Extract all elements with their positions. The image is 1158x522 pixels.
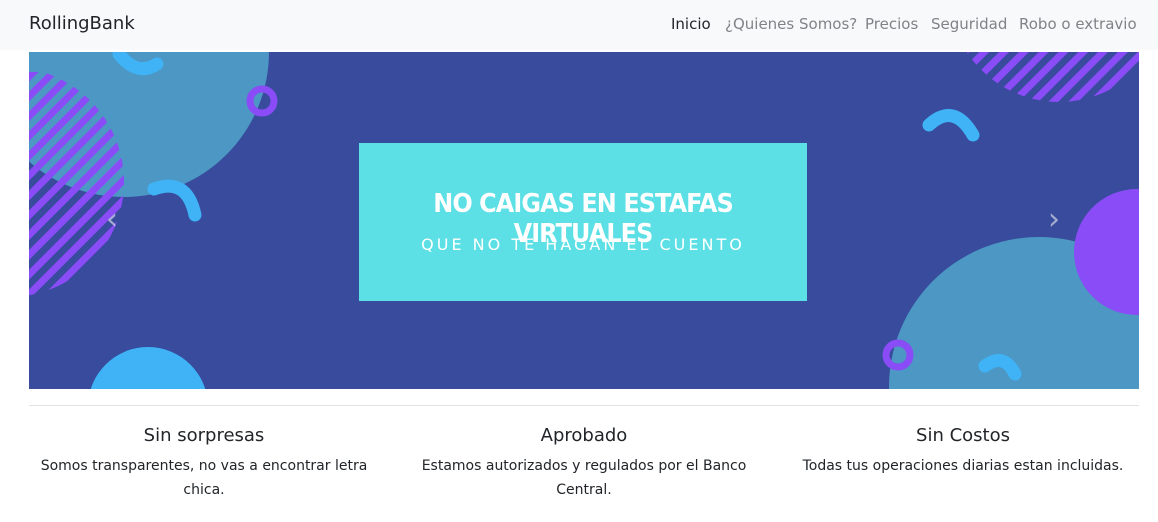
nav-link-inicio[interactable]: Inicio [671,15,711,33]
feature-title: Aprobado [540,425,628,446]
feature-card: Sin sorpresas Somos transparentes, no va… [19,422,389,502]
carousel-prev-button[interactable]: ‹ [97,202,127,238]
feature-card: Sin Costos Todas tus operaciones diarias… [778,422,1148,478]
feature-text: Somos transparentes, no vas a encontrar … [40,458,368,498]
banner-box: NO CAIGAS EN ESTAFAS VIRTUALES QUE NO TE… [359,143,807,301]
feature-title: Sin Costos [916,425,1010,446]
feature-title: Sin sorpresas [143,425,265,446]
chevron-left-icon: ‹ [106,202,118,237]
nav-link-quienes-somos[interactable]: ¿Quienes Somos? [725,15,857,33]
feature-text: Estamos autorizados y regulados por el B… [421,458,747,498]
feature-card: Aprobado Estamos autorizados y regulados… [399,422,769,502]
chevron-right-icon: › [1048,202,1060,237]
hero-carousel: NO CAIGAS EN ESTAFAS VIRTUALES QUE NO TE… [29,52,1139,389]
nav-link-seguridad[interactable]: Seguridad [931,15,1007,33]
nav-link-robo-extravio[interactable]: Robo o extravio [1019,15,1137,33]
nav-link-precios[interactable]: Precios [865,15,918,33]
banner-subtitle: QUE NO TE HAGAN EL CUENTO [421,235,745,254]
brand-logo[interactable]: RollingBank [29,13,135,34]
carousel-next-button[interactable]: › [1039,202,1069,238]
section-divider [29,405,1139,406]
navbar: RollingBank Inicio ¿Quienes Somos? Preci… [0,0,1158,50]
feature-text: Todas tus operaciones diarias estan incl… [802,458,1124,474]
